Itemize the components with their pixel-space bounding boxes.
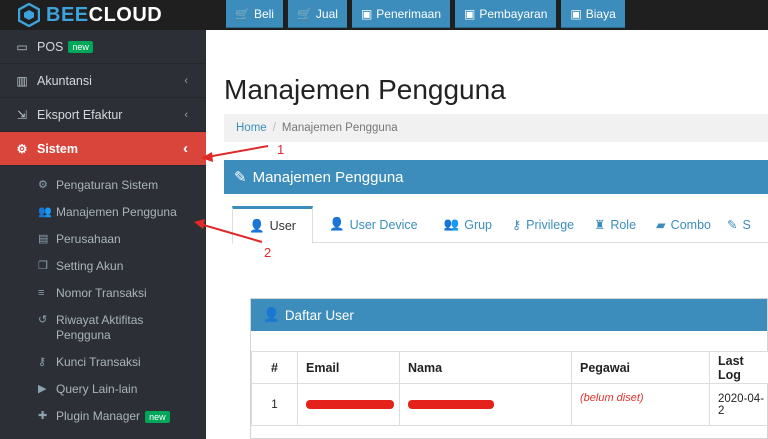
cart-icon: 🛒 — [296, 6, 312, 21]
sidebar-item-sistem[interactable]: ⚙ Sistem ‹ — [0, 132, 206, 166]
col-nama: Nama — [399, 351, 572, 384]
beli-button[interactable]: 🛒 Beli — [226, 0, 283, 28]
col-last-login: Last Log — [709, 351, 768, 384]
cart-icon: 🛒 — [235, 6, 250, 21]
table-row[interactable]: 1 (belum diset) 2020-04-2 — [251, 383, 768, 426]
submenu-pengaturan-sistem[interactable]: ⚙ Pengaturan Sistem — [0, 172, 206, 199]
breadcrumb: Home / Manajemen Pengguna — [224, 114, 768, 142]
cell-last-login: 2020-04-2 — [709, 383, 768, 426]
cell-pegawai: (belum diset) — [571, 383, 710, 426]
daftar-user-panel: 👤 Daftar User # Email Nama Pegawai Last … — [250, 298, 768, 439]
brand-logo[interactable]: BEECLOUD — [18, 2, 162, 28]
export-icon: ⇲ — [16, 107, 28, 122]
submenu-plugin-manager[interactable]: ✚ Plugin Manager new — [0, 403, 206, 431]
breadcrumb-home-link[interactable]: Home — [236, 122, 267, 134]
jual-button[interactable]: 🛒 Jual — [287, 0, 347, 28]
page-title: Manajemen Pengguna — [224, 74, 506, 105]
cogs-icon: ⚙ — [16, 141, 28, 156]
user-icon: 👤 — [328, 217, 345, 231]
sidebar: ▭ POS new ▥ Akuntansi ‹ ⇲ Eksport Efaktu… — [0, 30, 206, 439]
hexagon-logo-icon — [18, 3, 40, 27]
col-number: # — [251, 351, 298, 384]
tab-grup[interactable]: 👥 Grup — [434, 206, 502, 243]
panel-header: 👤 Daftar User — [251, 299, 767, 331]
user-icon: 👤 — [263, 307, 280, 322]
breadcrumb-separator: / — [272, 122, 276, 134]
table-header-row: # Email Nama Pegawai Last Log — [251, 351, 768, 384]
tab-user[interactable]: 👤 User — [232, 206, 313, 244]
biaya-button[interactable]: ▣ Biaya — [561, 0, 625, 28]
money-icon: ▣ — [464, 6, 476, 21]
penerimaan-button[interactable]: ▣ Penerimaan — [351, 0, 450, 28]
building-icon: ▤ — [38, 233, 49, 245]
play-icon: ▶ — [38, 383, 47, 395]
brand-name: BEECLOUD — [46, 3, 163, 26]
tab-bar: 👤 User 👤 User Device 👥 Grup ⚷ Privilege ♜ Rol… — [232, 206, 768, 244]
chevron-left-icon: ‹ — [184, 74, 188, 87]
submenu-setting-akun[interactable]: ❐ Setting Akun — [0, 253, 206, 280]
submenu-query-lain-lain[interactable]: ▶ Query Lain-lain — [0, 376, 206, 403]
cell-nama-redacted — [399, 383, 572, 426]
money-icon: ▣ — [360, 6, 373, 21]
users-icon: 👥 — [38, 206, 52, 218]
sitemap-icon: ♜ — [594, 218, 606, 232]
breadcrumb-current: Manajemen Pengguna — [281, 122, 398, 134]
cell-email-redacted — [297, 383, 400, 426]
tab-user-device[interactable]: 👤 User Device — [313, 206, 434, 243]
copy-icon: ❐ — [38, 260, 48, 272]
tab-s[interactable]: ✎ S — [721, 206, 757, 243]
monitor-icon: ▭ — [16, 39, 28, 54]
annotation-label-1: 1 — [277, 142, 285, 157]
chevron-left-icon: ‹ — [184, 108, 188, 121]
submenu-kunci-transaksi[interactable]: ⚷ Kunci Transaksi — [0, 349, 206, 376]
new-badge: new — [68, 40, 93, 53]
gear-icon: ⚙ — [38, 179, 48, 191]
top-nav: 🛒 Beli 🛒 Jual ▣ Penerimaan ▣ Pembayaran ▣ Bia… — [226, 0, 625, 28]
money-icon: ▣ — [570, 6, 582, 21]
sidebar-item-pos[interactable]: ▭ POS new — [0, 30, 206, 64]
users-icon: 👥 — [443, 217, 460, 231]
col-email: Email — [297, 351, 400, 384]
book-icon: ▰ — [656, 218, 666, 232]
submenu-manajemen-pengguna[interactable]: 👥 Manajemen Pengguna — [0, 199, 206, 226]
puzzle-icon: ✚ — [38, 410, 48, 422]
top-bar: BEECLOUD 🛒 Beli 🛒 Jual ▣ Penerimaan ▣ Pembay… — [0, 0, 768, 30]
submenu-perusahaan[interactable]: ▤ Perusahaan — [0, 226, 206, 253]
submenu-riwayat-aktifitas[interactable]: ↺ Riwayat Aktifitas Pengguna — [0, 307, 206, 349]
submenu-nomor-transaksi[interactable]: ≡ Nomor Transaksi — [0, 280, 206, 307]
history-icon: ↺ — [38, 314, 48, 326]
cell-number: 1 — [251, 383, 298, 426]
pencil-icon: ✎ — [234, 169, 247, 186]
user-icon: 👤 — [249, 218, 265, 233]
tab-role[interactable]: ♜ Role — [584, 206, 646, 243]
chevron-left-icon: ‹ — [183, 140, 188, 157]
bar-chart-icon: ▥ — [16, 73, 28, 88]
list-icon: ≡ — [38, 287, 45, 299]
tab-combo[interactable]: ▰ Combo — [646, 206, 721, 243]
key-icon: ⚷ — [38, 356, 47, 368]
pembayaran-button[interactable]: ▣ Pembayaran — [455, 0, 557, 28]
sidebar-item-eksport-efaktur[interactable]: ⇲ Eksport Efaktur ‹ — [0, 98, 206, 132]
key-icon: ⚷ — [512, 218, 522, 232]
edit-icon: ✎ — [726, 218, 738, 232]
user-table: # Email Nama Pegawai Last Log 1 (belum d… — [251, 351, 768, 426]
col-pegawai: Pegawai — [571, 351, 710, 384]
sistem-submenu: ⚙ Pengaturan Sistem 👥 Manajemen Pengguna ▤… — [0, 166, 206, 431]
box-header: ✎ Manajemen Pengguna — [224, 160, 768, 194]
tab-privilege[interactable]: ⚷ Privilege — [502, 206, 584, 243]
main-content: Manajemen Pengguna Home / Manajemen Peng… — [206, 30, 768, 439]
new-badge: new — [145, 411, 170, 423]
annotation-label-2: 2 — [264, 245, 272, 260]
sidebar-item-akuntansi[interactable]: ▥ Akuntansi ‹ — [0, 64, 206, 98]
